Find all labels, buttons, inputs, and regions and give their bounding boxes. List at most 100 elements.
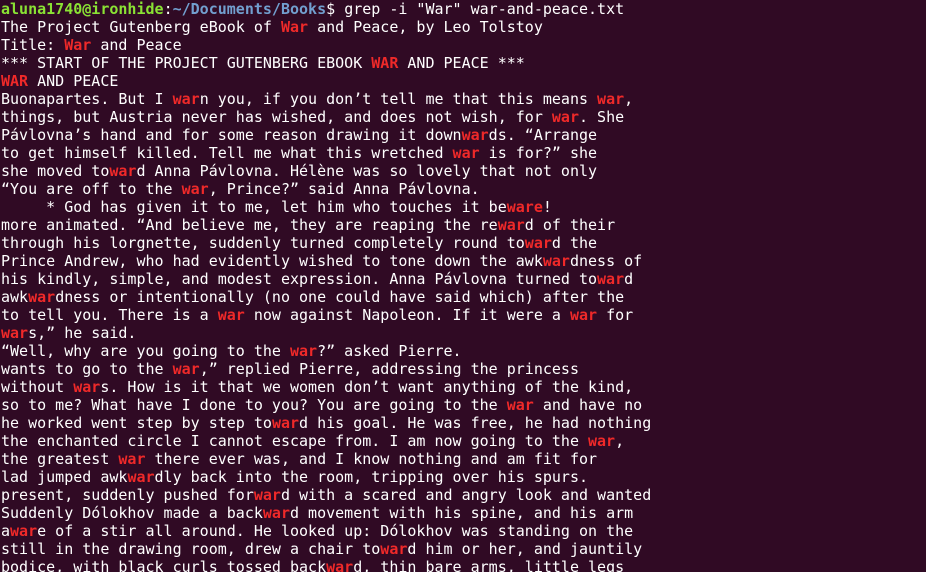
output-line: so to me? What have I done to you? You a… xyxy=(1,396,926,414)
prompt-symbol: $ xyxy=(326,0,345,18)
match-highlight: war xyxy=(542,252,570,270)
output-text: and Peace xyxy=(91,36,182,54)
match-highlight: war xyxy=(497,216,525,234)
output-line: Buonapartes. But I warn you, if you don’… xyxy=(1,90,926,108)
output-line: wants to go to the war,” replied Pierre,… xyxy=(1,360,926,378)
output-text: *** START OF THE PROJECT GUTENBERG EBOOK xyxy=(1,54,372,72)
output-text: The Project Gutenberg eBook of xyxy=(1,18,281,36)
output-text: s. How is it that we women don’t want an… xyxy=(100,378,634,396)
output-text: to tell you. There is a xyxy=(1,306,218,324)
output-line: Prince Andrew, who had evidently wished … xyxy=(1,252,926,270)
output-text: awk xyxy=(1,288,29,306)
output-text: ?” asked Pierre. xyxy=(317,342,462,360)
output-text: s,” he said. xyxy=(28,324,137,342)
output-line: more animated. “And believe me, they are… xyxy=(1,216,926,234)
match-highlight: war xyxy=(118,450,146,468)
output-line: bodice, with black curls tossed backward… xyxy=(1,558,926,572)
output-line: present, suddenly pushed forward with a … xyxy=(1,486,926,504)
prompt-user-host: aluna1740@ironhide xyxy=(1,0,164,18)
output-line: * God has given it to me, let him who to… xyxy=(1,198,926,216)
output-text: a xyxy=(1,522,11,540)
output-text: Suddenly Dólokhov made a back xyxy=(1,504,263,522)
match-highlight: war xyxy=(1,324,29,342)
match-highlight: war xyxy=(217,306,245,324)
output-line: she moved toward Anna Pávlovna. Hélène w… xyxy=(1,162,926,180)
match-highlight: war xyxy=(326,558,354,572)
match-highlight: war xyxy=(172,90,200,108)
output-line: things, but Austria never has wished, an… xyxy=(1,108,926,126)
output-text: ! xyxy=(542,198,552,216)
match-highlight: war xyxy=(588,432,616,450)
output-line: awkwardness or intentionally (no one cou… xyxy=(1,288,926,306)
output-line: to get himself killed. Tell me what this… xyxy=(1,144,926,162)
prompt-command[interactable]: grep -i "War" war-and-peace.txt xyxy=(344,0,624,18)
output-text: is for?” she xyxy=(479,144,598,162)
output-text: . She xyxy=(578,108,625,126)
output-text: Title: xyxy=(1,36,65,54)
output-line: aware of a stir all around. He looked up… xyxy=(1,522,926,540)
match-highlight: war xyxy=(506,396,534,414)
output-text: AND PEACE xyxy=(28,72,119,90)
output-line: the greatest war there ever was, and I k… xyxy=(1,450,926,468)
match-highlight: war xyxy=(73,378,101,396)
match-highlight: war xyxy=(262,504,290,522)
output-text: more animated. “And believe me, they are… xyxy=(1,216,498,234)
match-highlight: war xyxy=(524,234,552,252)
output-text: d xyxy=(624,270,634,288)
terminal-window[interactable]: aluna1740@ironhide:~/Documents/Books$ gr… xyxy=(0,0,926,572)
match-highlight: war xyxy=(569,306,598,324)
output-text: n you, if you don’t tell me that this me… xyxy=(199,90,598,108)
output-line: Title: War and Peace xyxy=(1,36,926,54)
output-text: he worked went step by step to xyxy=(1,414,272,432)
output-text: d with a scared and angry look and wante… xyxy=(280,486,652,504)
output-text: “You are off to the xyxy=(1,180,182,198)
output-text: things, but Austria never has wished, an… xyxy=(1,108,552,126)
output-text: dly back into the room, tripping over hi… xyxy=(154,468,589,486)
output-text: ds. “Arrange xyxy=(488,126,598,144)
output-text: and have no xyxy=(533,396,643,414)
output-text: the enchanted circle I cannot escape fro… xyxy=(1,432,588,450)
output-text: the greatest xyxy=(1,450,119,468)
output-text: Buonapartes. But I xyxy=(1,90,173,108)
output-line: the enchanted circle I cannot escape fro… xyxy=(1,432,926,450)
output-text: wants to go to the xyxy=(1,360,173,378)
output-line: his kindly, simple, and modest expressio… xyxy=(1,270,926,288)
output-line: wars,” he said. xyxy=(1,324,926,342)
match-highlight: ware xyxy=(506,198,543,216)
match-highlight: war xyxy=(271,414,300,432)
output-text: , Prince?” said Anna Pávlovna. xyxy=(208,180,480,198)
output-line: Pávlovna’s hand and for some reason draw… xyxy=(1,126,926,144)
output-line: through his lorgnette, suddenly turned c… xyxy=(1,234,926,252)
output-text: d movement with his spine, and his arm xyxy=(290,504,634,522)
match-highlight: war xyxy=(551,108,579,126)
output-line: WAR AND PEACE xyxy=(1,72,926,90)
output-line: without wars. How is it that we women do… xyxy=(1,378,926,396)
output-line: “Well, why are you going to the war?” as… xyxy=(1,342,926,360)
output-text: “Well, why are you going to the xyxy=(1,342,290,360)
match-highlight: war xyxy=(28,288,56,306)
output-text: dness or intentionally (no one could hav… xyxy=(55,288,625,306)
output-text: , xyxy=(615,432,625,450)
match-highlight: WAR xyxy=(1,72,29,90)
output-line: Suddenly Dólokhov made a backward moveme… xyxy=(1,504,926,522)
output-text: and Peace, by Leo Tolstoy xyxy=(308,18,543,36)
prompt-path: ~/Documents/Books xyxy=(172,0,327,18)
output-text: ,” replied Pierre, addressing the prince… xyxy=(199,360,579,378)
match-highlight: War xyxy=(64,36,92,54)
output-text: there ever was, and I know nothing and a… xyxy=(145,450,598,468)
match-highlight: war xyxy=(452,144,480,162)
output-text: d the xyxy=(551,234,598,252)
output-text: * God has given it to me, let him who to… xyxy=(1,198,507,216)
match-highlight: war xyxy=(597,270,625,288)
output-text: for xyxy=(597,306,634,324)
output-line: lad jumped awkwardly back into the room,… xyxy=(1,468,926,486)
output-text: without xyxy=(1,378,74,396)
match-highlight: war xyxy=(181,180,209,198)
output-text: through his lorgnette, suddenly turned c… xyxy=(1,234,525,252)
command-prompt-line: aluna1740@ironhide:~/Documents/Books$ gr… xyxy=(1,0,926,18)
output-text: bodice, with black curls tossed back xyxy=(1,558,327,572)
output-text: d him or her, and jauntily xyxy=(407,540,643,558)
output-text: dness of xyxy=(569,252,643,270)
prompt-separator: : xyxy=(163,0,173,18)
match-highlight: war xyxy=(253,486,281,504)
